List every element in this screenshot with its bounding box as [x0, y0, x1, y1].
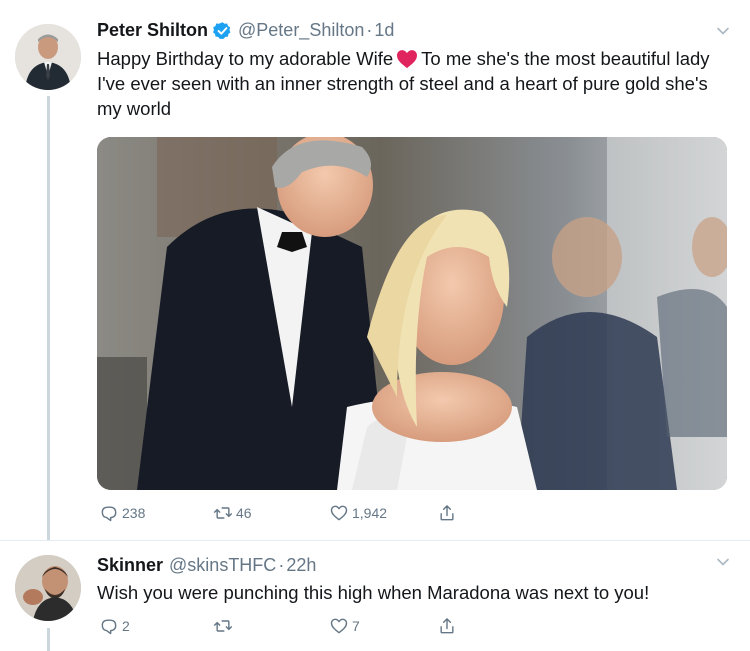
retweet-button[interactable] [213, 616, 236, 636]
reply-button[interactable]: 2 [99, 616, 130, 636]
tweet-actions: 2 7 [97, 616, 517, 638]
retweet-icon [213, 620, 233, 632]
like-count: 7 [352, 618, 360, 634]
reply-icon [101, 619, 117, 635]
tweet-header: Skinner @skinsTHFC · 22h [97, 555, 316, 576]
reply-button[interactable]: 238 [99, 503, 145, 523]
reply-count: 2 [122, 618, 130, 634]
author-name[interactable]: Peter Shilton [97, 20, 208, 41]
tweet-peter-shilton[interactable]: Peter Shilton @Peter_Shilton · 1d Happy … [0, 0, 750, 540]
share-button[interactable] [437, 503, 460, 523]
thread-line [47, 96, 50, 540]
separator-dot: · [278, 555, 285, 575]
tweet-actions: 238 46 1,942 [97, 503, 517, 525]
tweet-text-part: Happy Birthday to my adorable Wife [97, 48, 394, 69]
tweet-text: Happy Birthday to my adorable Wife To me … [97, 46, 727, 121]
author-handle[interactable]: @skinsTHFC [169, 555, 276, 576]
chevron-down-icon[interactable] [716, 555, 730, 569]
timestamp[interactable]: 1d [374, 20, 394, 41]
reply-count: 238 [122, 505, 146, 521]
heart-outline-icon [330, 618, 348, 634]
chevron-down-icon[interactable] [716, 24, 730, 38]
like-button[interactable]: 1,942 [329, 503, 387, 523]
timestamp[interactable]: 22h [286, 555, 316, 576]
verified-badge-icon [213, 22, 231, 39]
like-count: 1,942 [352, 505, 388, 521]
retweet-button[interactable]: 46 [213, 503, 252, 523]
share-button[interactable] [437, 616, 460, 636]
share-icon [440, 618, 454, 634]
share-icon [440, 505, 454, 521]
author-handle[interactable]: @Peter_Shilton [238, 20, 364, 41]
avatar[interactable] [15, 24, 81, 90]
tweet-divider [0, 540, 750, 541]
tweet-text: Wish you were punching this high when Ma… [97, 582, 650, 603]
heart-outline-icon [330, 505, 348, 521]
avatar[interactable] [15, 555, 81, 621]
separator-dot: · [366, 20, 373, 40]
tweet-photo[interactable] [97, 137, 727, 490]
retweet-count: 46 [236, 505, 252, 521]
red-heart-icon [397, 50, 418, 69]
author-name[interactable]: Skinner [97, 555, 163, 576]
thread-line [47, 628, 50, 651]
retweet-icon [213, 507, 233, 519]
tweet-header: Peter Shilton @Peter_Shilton · 1d [97, 20, 394, 41]
reply-icon [101, 506, 117, 522]
like-button[interactable]: 7 [329, 616, 360, 636]
